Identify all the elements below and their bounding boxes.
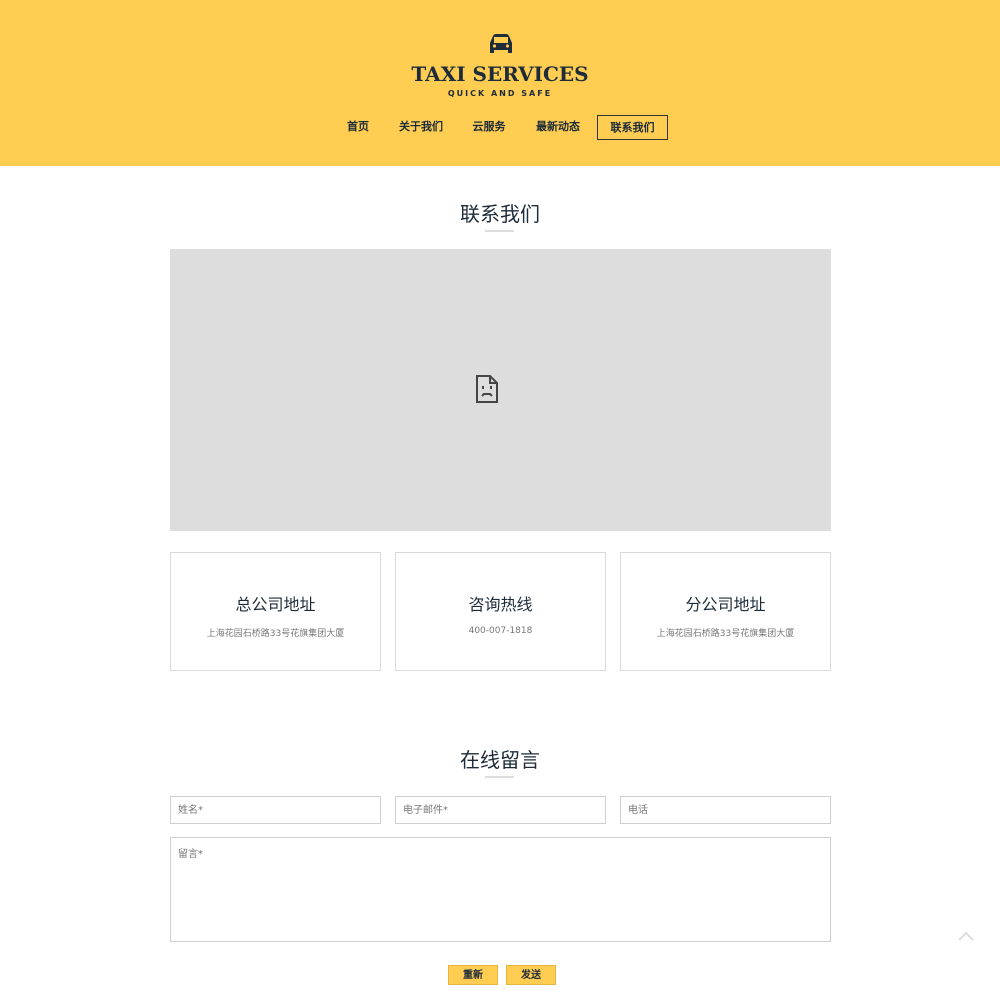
main-nav: 首页 关于我们 云服务 最新动态 联系我们 bbox=[0, 115, 1000, 140]
hotline-card: 咨询热线 400-007-1818 bbox=[395, 552, 606, 671]
branch-address-card: 分公司地址 上海花园石桥路33号花旗集团大厦 bbox=[620, 552, 831, 671]
message-title: 在线留言 bbox=[460, 748, 540, 772]
map-placeholder bbox=[170, 249, 831, 531]
send-button[interactable]: 发送 bbox=[506, 965, 556, 985]
nav-item-about[interactable]: 关于我们 bbox=[393, 115, 449, 138]
card-text: 上海花园石桥路33号花旗集团大厦 bbox=[656, 629, 795, 639]
nav-item-news[interactable]: 最新动态 bbox=[529, 115, 587, 138]
card-title: 分公司地址 bbox=[685, 595, 766, 614]
contact-title-underline bbox=[485, 230, 514, 232]
nav-item-cloud[interactable]: 云服务 bbox=[465, 115, 513, 138]
broken-image-icon bbox=[476, 375, 498, 403]
phone-field[interactable] bbox=[620, 796, 831, 824]
card-text: 上海花园石桥路33号花旗集团大厦 bbox=[206, 629, 345, 639]
reset-button[interactable]: 重新 bbox=[448, 965, 498, 985]
site-header: TAXI SERVICES QUICK AND SAFE 首页 关于我们 云服务… bbox=[0, 0, 1000, 166]
message-title-underline bbox=[485, 776, 514, 778]
car-icon bbox=[490, 34, 512, 53]
name-field[interactable] bbox=[170, 796, 381, 824]
message-field[interactable] bbox=[170, 837, 831, 942]
brand-title: TAXI SERVICES bbox=[411, 62, 589, 86]
contact-title: 联系我们 bbox=[460, 202, 540, 226]
email-field[interactable] bbox=[395, 796, 606, 824]
nav-item-contact[interactable]: 联系我们 bbox=[597, 115, 668, 140]
chevron-up-icon[interactable] bbox=[957, 930, 975, 942]
brand-tagline: QUICK AND SAFE bbox=[447, 89, 553, 98]
hq-address-card: 总公司地址 上海花园石桥路33号花旗集团大厦 bbox=[170, 552, 381, 671]
nav-item-home[interactable]: 首页 bbox=[339, 115, 377, 138]
card-title: 总公司地址 bbox=[235, 595, 316, 614]
card-text: 400-007-1818 bbox=[468, 626, 533, 636]
card-title: 咨询热线 bbox=[468, 595, 533, 614]
